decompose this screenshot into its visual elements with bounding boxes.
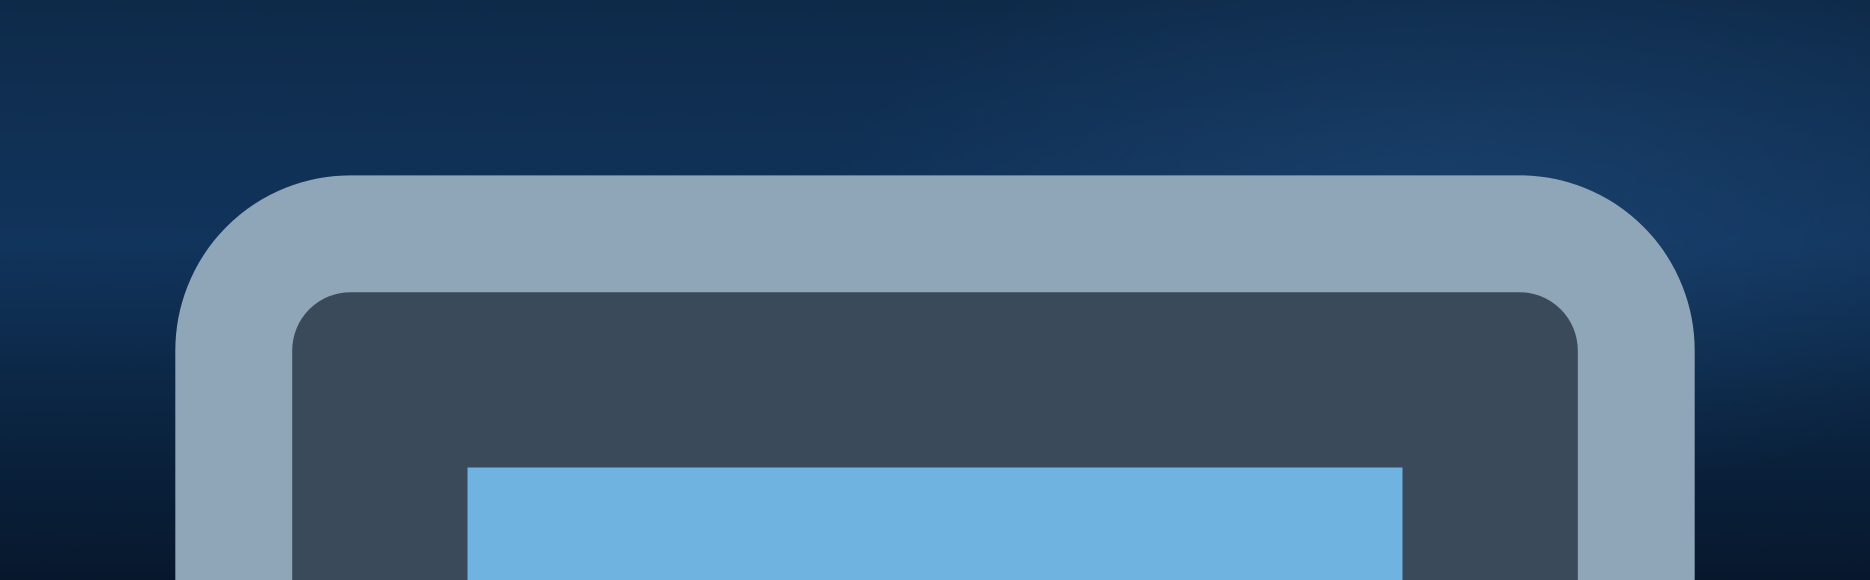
hero-photo	[0, 0, 910, 580]
